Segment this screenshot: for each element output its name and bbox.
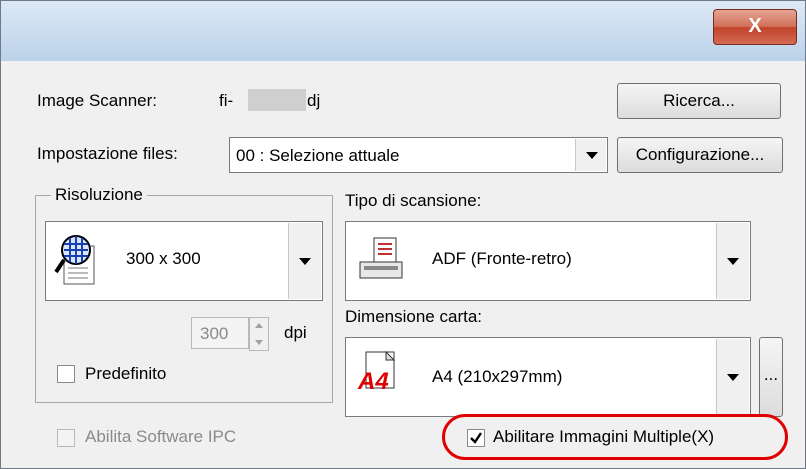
- redacted-model-block: [248, 89, 306, 111]
- file-settings-dropdown[interactable]: 00 : Selezione attuale: [229, 137, 608, 173]
- chevron-down-icon[interactable]: [575, 139, 606, 171]
- chevron-down-icon[interactable]: [288, 223, 321, 299]
- file-settings-value: 00 : Selezione attuale: [236, 146, 400, 165]
- scanner-dialog: X Image Scanner: fi- dj Ricerca... Impos…: [0, 0, 806, 469]
- paper-size-more-button[interactable]: ...: [759, 337, 783, 417]
- scan-type-label: Tipo di scansione:: [345, 191, 482, 210]
- adf-scanner-icon: [359, 237, 403, 279]
- dpi-spinner[interactable]: [249, 317, 269, 351]
- resolution-value: 300 x 300: [126, 249, 201, 268]
- dpi-unit-label: dpi: [284, 323, 307, 342]
- paper-size-label: Dimensione carta:: [345, 307, 483, 326]
- default-checkbox[interactable]: [57, 365, 75, 383]
- highlight-ring: [442, 414, 788, 460]
- dpi-value: 300: [200, 324, 229, 343]
- search-button[interactable]: Ricerca...: [617, 83, 781, 119]
- scan-type-dropdown[interactable]: ADF (Fronte-retro): [345, 221, 751, 301]
- paper-a4-icon-text: A4: [358, 368, 389, 395]
- ipc-checkbox[interactable]: [57, 429, 75, 447]
- paper-size-value: A4 (210x297mm): [432, 367, 563, 386]
- image-scanner-label: Image Scanner:: [37, 91, 158, 110]
- scanner-model-prefix: fi-: [219, 91, 234, 110]
- file-settings-label: Impostazione files:: [37, 144, 178, 163]
- dpi-input[interactable]: 300: [191, 317, 249, 349]
- default-checkbox-label: Predefinito: [85, 364, 167, 383]
- close-button[interactable]: X: [713, 9, 797, 45]
- ipc-checkbox-label: Abilita Software IPC: [85, 427, 237, 446]
- paper-size-dropdown[interactable]: A4 A4 (210x297mm): [345, 337, 751, 417]
- scan-type-value: ADF (Fronte-retro): [432, 249, 572, 268]
- spin-down-icon[interactable]: [255, 340, 263, 345]
- chevron-down-icon[interactable]: [716, 339, 749, 415]
- title-bar: X: [1, 1, 805, 61]
- resolution-icon: [54, 235, 95, 285]
- spin-up-icon[interactable]: [255, 323, 263, 328]
- resolution-group-label: Risoluzione: [51, 185, 147, 205]
- scanner-model-suffix: dj: [307, 91, 321, 110]
- chevron-down-icon[interactable]: [716, 223, 749, 299]
- configuration-button[interactable]: Configurazione...: [617, 137, 783, 173]
- resolution-dropdown[interactable]: 300 x 300: [45, 221, 323, 301]
